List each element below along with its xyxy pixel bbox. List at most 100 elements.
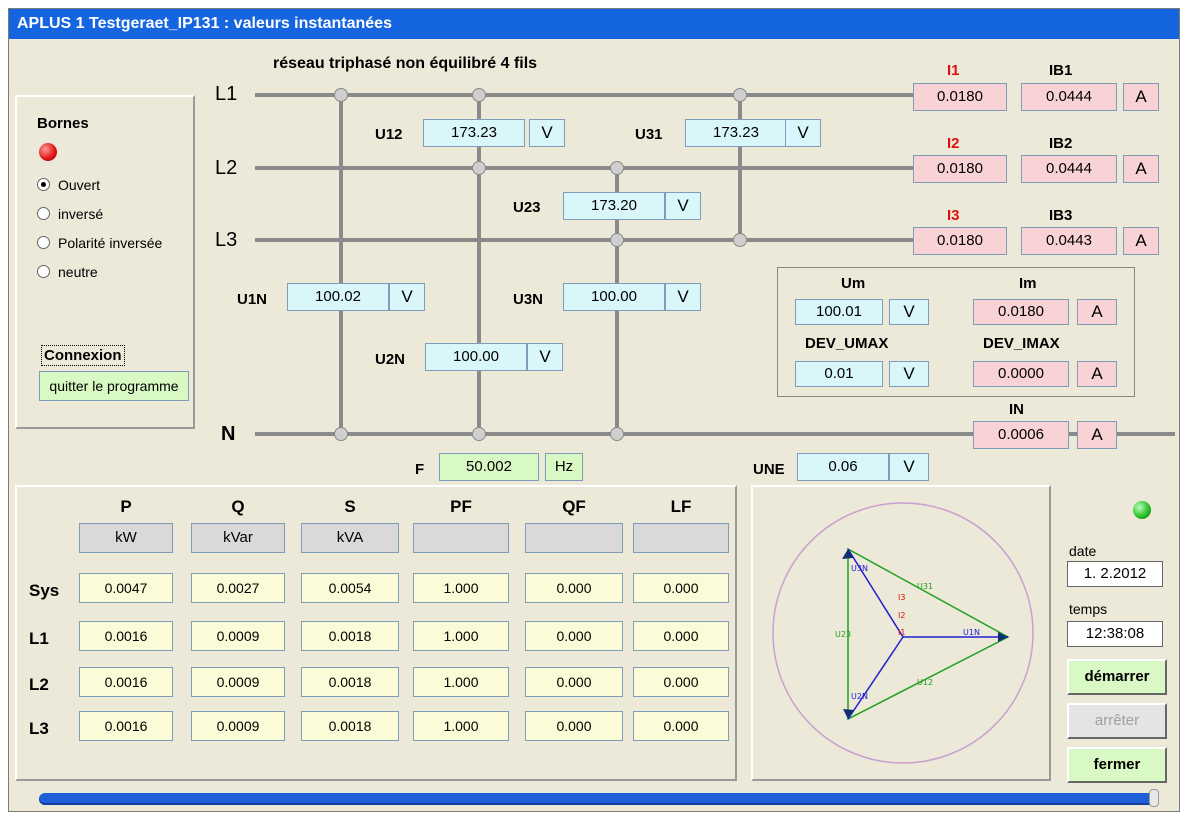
u12-value: 173.23 <box>423 119 525 147</box>
phasor-label-u1n: U1N <box>963 628 980 637</box>
power-cell: 0.000 <box>525 711 623 741</box>
line-label-n: N <box>221 423 236 445</box>
ib1-label: IB1 <box>1049 62 1073 79</box>
power-cell: 0.0054 <box>301 573 399 603</box>
phasor-label-i2: I2 <box>898 611 905 620</box>
phasor-label-u3n: U3N <box>851 564 868 573</box>
power-cell: 0.0016 <box>79 667 173 697</box>
radio-dot-icon <box>37 236 50 249</box>
power-header-2: S <box>344 497 356 516</box>
ib3-label: IB3 <box>1049 207 1073 224</box>
frequency-unit: Hz <box>545 453 583 481</box>
time-value: 12:38:08 <box>1067 621 1163 647</box>
u3n-label: U3N <box>513 291 544 308</box>
power-cell: 0.0016 <box>79 711 173 741</box>
i2-label: I2 <box>947 135 960 152</box>
power-row-label-0: Sys <box>29 581 60 600</box>
power-cell: 0.0009 <box>191 621 285 651</box>
power-header-1: Q <box>231 497 245 516</box>
ib2-label: IB2 <box>1049 135 1073 152</box>
window-title: APLUS 1 Testgeraet_IP131 : valeurs insta… <box>9 9 1179 39</box>
node <box>472 161 486 175</box>
line-label-l3: L3 <box>215 229 238 251</box>
u2n-unit: V <box>527 343 563 371</box>
power-cell: 0.000 <box>633 621 729 651</box>
phasor-label-u23: U23 <box>835 630 851 639</box>
power-cell: 0.0018 <box>301 621 399 651</box>
line-l3 <box>255 238 915 242</box>
i1-unit: A <box>1123 83 1159 111</box>
node <box>334 88 348 102</box>
u31-unit: V <box>785 119 821 147</box>
phasor-label-i1: I1 <box>898 628 905 637</box>
time-label: temps <box>1069 601 1108 617</box>
phasor-label-u31: U31 <box>917 582 933 591</box>
progress-handle[interactable] <box>1149 789 1159 807</box>
power-cell: 1.000 <box>413 667 509 697</box>
i3-label: I3 <box>947 207 960 224</box>
dev-umax-unit: V <box>889 361 929 387</box>
vline-1 <box>339 95 343 434</box>
u12-unit: V <box>529 119 565 147</box>
power-cell: 1.000 <box>413 573 509 603</box>
u1n-value: 100.02 <box>287 283 389 311</box>
radio-polarite-inversee[interactable]: Polarité inversée <box>37 235 162 251</box>
frequency-value: 50.002 <box>439 453 539 481</box>
u2n-value: 100.00 <box>425 343 527 371</box>
u1n-label: U1N <box>237 291 268 308</box>
u1n-unit: V <box>389 283 425 311</box>
close-button[interactable]: fermer <box>1067 747 1167 783</box>
start-button[interactable]: démarrer <box>1067 659 1167 695</box>
radio-neutre[interactable]: neutre <box>37 264 98 280</box>
line-l2 <box>255 166 915 170</box>
i3-value: 0.0180 <box>913 227 1007 255</box>
power-header-0: P <box>120 497 132 516</box>
stop-button[interactable]: arrêter <box>1067 703 1167 739</box>
frequency-label: F <box>415 461 425 478</box>
power-cell: 0.000 <box>633 711 729 741</box>
u3n-unit: V <box>665 283 701 311</box>
i2-unit: A <box>1123 155 1159 183</box>
radio-inverse[interactable]: inversé <box>37 206 103 222</box>
power-unit-1: kVar <box>191 523 285 553</box>
power-cell: 0.0047 <box>79 573 173 603</box>
line-label-l2: L2 <box>215 157 238 179</box>
power-row-label-3: L3 <box>29 719 49 738</box>
date-value: 1. 2.2012 <box>1067 561 1163 587</box>
dev-umax-label: DEV_UMAX <box>805 335 889 352</box>
power-unit-5 <box>633 523 729 553</box>
power-cell: 0.0009 <box>191 667 285 697</box>
in-value: 0.0006 <box>973 421 1069 449</box>
power-header-4: QF <box>562 497 586 516</box>
u31-value: 173.23 <box>685 119 787 147</box>
power-cell: 0.0016 <box>79 621 173 651</box>
u23-unit: V <box>665 192 701 220</box>
power-unit-2: kVA <box>301 523 399 553</box>
u2n-label: U2N <box>375 351 406 368</box>
power-cell: 0.000 <box>525 621 623 651</box>
phasor-panel: U3N U31 U23 U1N U12 U2N I3 I2 I1 <box>751 485 1051 781</box>
quit-program-button[interactable]: quitter le programme <box>39 371 189 401</box>
u12-label: U12 <box>375 126 403 143</box>
node <box>610 427 624 441</box>
radio-dot-icon <box>37 178 50 191</box>
power-header-3: PF <box>450 497 472 516</box>
line-label-l1: L1 <box>215 83 238 105</box>
radio-dot-icon <box>37 265 50 278</box>
bornes-status-led <box>39 143 57 161</box>
u3n-value: 100.00 <box>563 283 665 311</box>
node <box>472 427 486 441</box>
power-unit-3 <box>413 523 509 553</box>
une-label: UNE <box>753 461 785 478</box>
i1-value: 0.0180 <box>913 83 1007 111</box>
in-unit: A <box>1077 421 1117 449</box>
i1-label: I1 <box>947 62 960 79</box>
node <box>733 88 747 102</box>
i2-value: 0.0180 <box>913 155 1007 183</box>
dev-imax-label: DEV_IMAX <box>983 335 1060 352</box>
phasor-label-u2n: U2N <box>851 692 868 701</box>
radio-ouvert[interactable]: Ouvert <box>37 177 100 193</box>
date-label: date <box>1069 543 1097 559</box>
u23-value: 173.20 <box>563 192 665 220</box>
phasor-label-i3: I3 <box>898 593 905 602</box>
